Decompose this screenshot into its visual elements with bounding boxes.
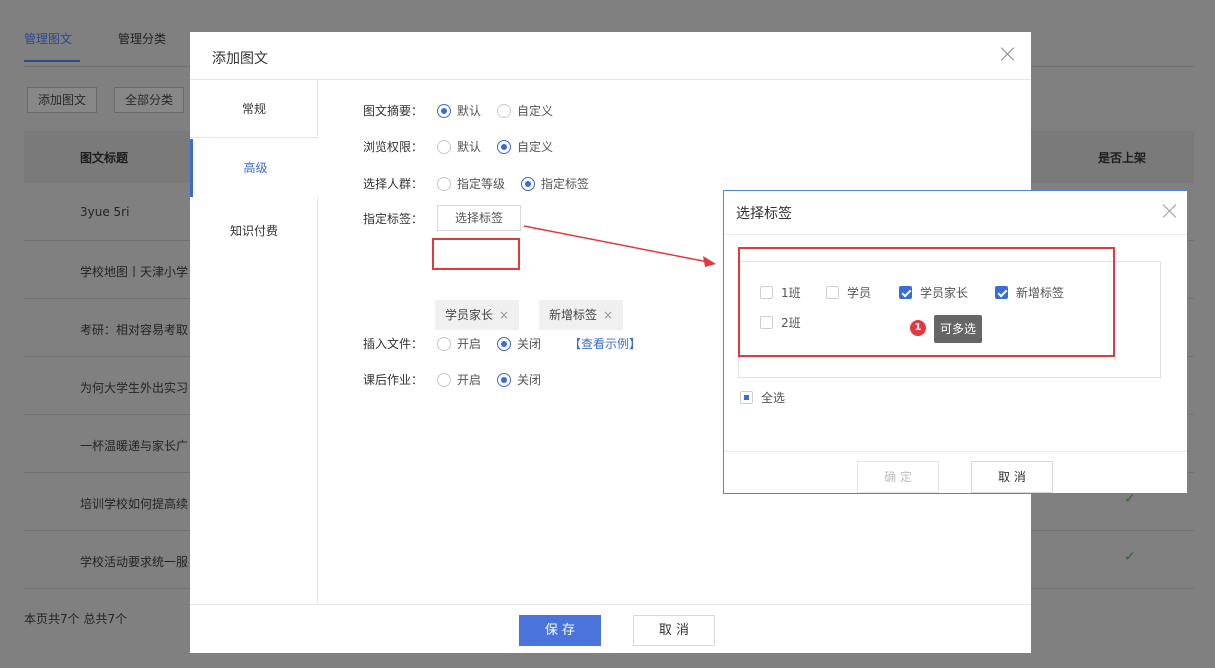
bg-all-categories-button[interactable]: 全部分类: [114, 87, 185, 113]
save-button[interactable]: 保 存: [519, 615, 601, 646]
radio-label: 自定义: [517, 104, 554, 118]
radio-label: 默认: [457, 140, 482, 154]
radio-icon: [437, 177, 451, 191]
audience-level-radio[interactable]: 指定等级: [437, 175, 505, 192]
radio-icon: [497, 140, 511, 154]
view-example-link[interactable]: 【查看示例】: [569, 335, 641, 352]
tag-chip-new: 新增标签 ×: [539, 300, 624, 330]
radio-label: 关闭: [517, 337, 542, 351]
nav-item-advanced[interactable]: 高级: [190, 139, 318, 197]
nav-item-general[interactable]: 常规: [190, 80, 318, 138]
nav-item-paid-knowledge[interactable]: 知识付费: [190, 202, 318, 260]
bg-pagination-summary: 本页共7个 总共7个: [24, 612, 128, 626]
file-on-radio[interactable]: 开启: [437, 335, 481, 352]
modal-footer: 保 存 取 消: [190, 604, 1031, 653]
tags-label: 指定标签：: [363, 212, 424, 226]
table-cell-title: 学校地图丨天津小学: [80, 265, 189, 279]
radio-label: 开启: [457, 337, 482, 351]
close-icon[interactable]: [1001, 47, 1015, 61]
table-cell-title: 考研：相对容易考取: [80, 323, 189, 337]
bg-tab-underline: [24, 60, 80, 62]
tag-chip-parents: 学员家长 ×: [435, 300, 520, 330]
check-icon: ✓: [1124, 549, 1136, 565]
radio-label: 默认: [457, 104, 482, 118]
table-cell-title: 学校活动要求统一服: [80, 555, 189, 569]
radio-label: 自定义: [517, 140, 554, 154]
close-icon[interactable]: ×: [499, 308, 509, 322]
picker-title: 选择标签: [736, 206, 792, 222]
modal-title: 添加图文: [212, 51, 268, 67]
bg-add-article-button[interactable]: 添加图文: [27, 87, 98, 113]
homework-on-radio[interactable]: 开启: [437, 371, 481, 388]
radio-label: 关闭: [517, 373, 542, 387]
homework-label: 课后作业：: [363, 373, 424, 387]
select-tags-button[interactable]: 选择标签: [437, 205, 521, 231]
tag-chip-label: 学员家长: [445, 308, 494, 322]
radio-label: 指定标签: [541, 177, 590, 191]
select-tags-dialog: 选择标签 1班 学员 学员家长 新增标签 2班 1 可多选 全选 确 定 取 消: [723, 190, 1188, 494]
table-cell-title: 为何大学生外出实习: [80, 381, 189, 395]
radio-icon: [521, 177, 535, 191]
checkbox-label: 全选: [761, 391, 786, 405]
bg-th-title: 图文标题: [80, 151, 129, 165]
table-cell-title: 一杯温暖递与家长广: [80, 439, 189, 453]
file-label: 插入文件：: [363, 337, 424, 351]
modal-side-nav: 常规 高级 知识付费: [190, 80, 318, 604]
file-off-radio[interactable]: 关闭: [497, 335, 541, 352]
audience-tag-radio[interactable]: 指定标签: [521, 175, 589, 192]
tag-chip-label: 新增标签: [549, 308, 598, 322]
close-icon[interactable]: [1163, 204, 1177, 218]
summary-label: 图文摘要：: [363, 104, 424, 118]
radio-icon: [437, 140, 451, 154]
table-cell-title: 3yue 5ri: [80, 205, 130, 219]
modal-header: 添加图文: [190, 32, 1031, 80]
homework-off-radio[interactable]: 关闭: [497, 371, 541, 388]
permission-default-radio[interactable]: 默认: [437, 138, 481, 155]
permission-custom-radio[interactable]: 自定义: [497, 138, 553, 155]
bg-tab-manage-articles[interactable]: 管理图文: [24, 30, 72, 47]
summary-default-radio[interactable]: 默认: [437, 102, 481, 119]
radio-icon: [497, 104, 511, 118]
select-tags-highlight: [432, 238, 520, 270]
select-all-checkbox[interactable]: 全选: [740, 389, 785, 406]
radio-label: 开启: [457, 373, 482, 387]
radio-icon: [497, 373, 511, 387]
cancel-button[interactable]: 取 消: [633, 615, 715, 646]
radio-label: 指定等级: [457, 177, 506, 191]
close-icon[interactable]: ×: [603, 308, 613, 322]
radio-icon: [437, 337, 451, 351]
bg-tab-manage-categories[interactable]: 管理分类: [118, 30, 166, 47]
picker-cancel-button[interactable]: 取 消: [971, 461, 1053, 493]
bg-th-status: 是否上架: [1098, 151, 1147, 165]
confirm-button[interactable]: 确 定: [857, 461, 939, 493]
picker-footer: 确 定 取 消: [724, 451, 1187, 493]
radio-icon: [497, 337, 511, 351]
picker-header: 选择标签: [724, 191, 1187, 235]
permission-label: 浏览权限：: [363, 140, 424, 154]
table-cell-title: 培训学校如何提高续: [80, 497, 189, 511]
tag-options-highlight: [738, 247, 1115, 357]
checkbox-icon: [740, 391, 753, 404]
radio-icon: [437, 373, 451, 387]
summary-custom-radio[interactable]: 自定义: [497, 102, 553, 119]
audience-label: 选择人群：: [363, 177, 424, 191]
radio-icon: [437, 104, 451, 118]
